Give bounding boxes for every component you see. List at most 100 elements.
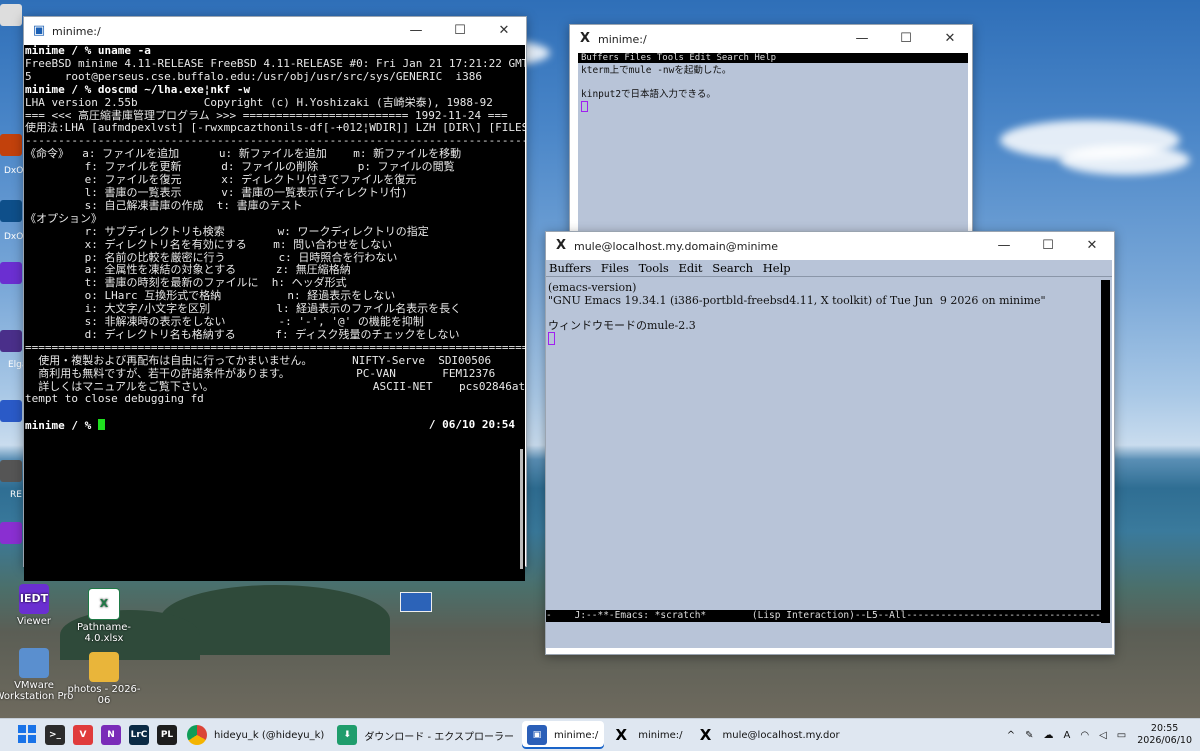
chrome-icon: [187, 725, 207, 745]
taskbar-app-mule[interactable]: X mule@localhost.my.dor: [691, 721, 846, 749]
maximize-button[interactable]: ☐: [884, 25, 928, 53]
clock[interactable]: 20:55 2026/06/10: [1137, 723, 1192, 747]
desktop-icon-partial[interactable]: [0, 4, 22, 26]
mule-buffer-line: kterm上でmule -nwを起動した。: [581, 65, 732, 76]
minimize-button[interactable]: —: [394, 17, 438, 45]
terminal-line: minime / % uname -a: [25, 45, 151, 57]
emacs-buffer-line: ウィンドウモードのmule-2.3: [548, 318, 696, 332]
windows-start-button[interactable]: [14, 721, 40, 749]
desktop-icon-excel[interactable]: X Pathname-4.0.xlsx: [64, 588, 144, 644]
terminal-line: 5 root@perseus.cse.buffalo.edu:/usr/obj/…: [25, 69, 482, 83]
dxo-icon[interactable]: [0, 200, 22, 222]
terminal-line: tempt to close debugging fd: [25, 392, 204, 406]
window-titlebar[interactable]: ▣ minime:/ — ☐ ✕: [24, 17, 526, 45]
emacs-menu-bar[interactable]: Buffers Files Tools Edit Search Help: [546, 260, 1112, 277]
taskbar-app-label: minime:/: [553, 729, 599, 741]
kterm-window[interactable]: X minime:/ — ☐ ✕ Buffers Files Tools Edi…: [569, 24, 973, 240]
lightroom-classic-button[interactable]: LrC: [126, 721, 152, 749]
kterm-mule-area[interactable]: Buffers Files Tools Edit Search Help kte…: [578, 53, 968, 237]
terminal-cursor: [97, 419, 105, 431]
close-button[interactable]: ✕: [1070, 232, 1114, 260]
app-icon[interactable]: [0, 262, 22, 284]
emacs-modeline: - J:--**-Emacs: *scratch* (Lisp Interact…: [546, 610, 1102, 622]
terminal-line: l: 書庫の一覧表示 v: 書庫の一覧表示(ディレクトリ付): [25, 185, 408, 199]
maximize-button[interactable]: ☐: [1026, 232, 1070, 260]
menu-edit[interactable]: Edit: [678, 261, 702, 275]
taskbar-app-label: minime:/: [638, 729, 683, 741]
terminal-line: FreeBSD minime 4.11-RELEASE FreeBSD 4.11…: [25, 56, 525, 70]
close-button[interactable]: ✕: [928, 25, 972, 53]
close-button[interactable]: ✕: [482, 17, 526, 45]
terminal-output[interactable]: minime / % uname -a FreeBSD minime 4.11-R…: [24, 45, 525, 581]
desktop-icon-label: Viewer: [17, 616, 51, 627]
terminal-prompt: minime / %: [25, 419, 98, 433]
maximize-button[interactable]: ☐: [438, 17, 482, 45]
terminal-line: LHA version 2.55b Copyright (c) H.Yoshiz…: [25, 95, 493, 109]
app-icon[interactable]: [0, 460, 22, 482]
terminal-prompt-line: minime / % / 06/10 20:54: [25, 418, 525, 433]
dxo-icon[interactable]: [0, 134, 22, 156]
mule-buffer-text[interactable]: kterm上でmule -nwを起動した。 kinput2で日本語入力できる。: [578, 63, 968, 117]
photolab-button[interactable]: PL: [154, 721, 180, 749]
terminal-button[interactable]: >_: [42, 721, 68, 749]
emacs-buffer-line: (emacs-version): [548, 281, 637, 294]
emacs-window[interactable]: X mule@localhost.my.domain@minime — ☐ ✕ …: [545, 231, 1115, 655]
menu-buffers[interactable]: Buffers: [549, 261, 591, 275]
mule-buffer-line: [581, 77, 965, 89]
iedt-viewer-icon: IEDT: [19, 584, 49, 614]
minimize-button[interactable]: —: [840, 25, 884, 53]
terminal-status: / 06/10 20:54: [428, 418, 515, 432]
desktop-icon-label: DxO: [4, 232, 24, 242]
photolab-icon: PL: [157, 725, 177, 745]
mule-buffer-line: kinput2で日本語入力できる。: [581, 89, 716, 100]
terminal-window[interactable]: ▣ minime:/ — ☐ ✕ minime / % uname -a Free…: [23, 16, 527, 581]
desktop-icon-photos-folder[interactable]: photos - 2026-06: [64, 652, 144, 706]
clock-time: 20:55: [1150, 723, 1179, 734]
emacs-buffer-line: "GNU Emacs 19.34.1 (i386-portbld-freebsd…: [548, 293, 1046, 307]
battery-icon[interactable]: ▭: [1117, 730, 1126, 741]
putty-icon: ▣: [526, 725, 547, 745]
desktop-icon-iedt-viewer[interactable]: IEDT Viewer: [0, 584, 74, 627]
terminal-scrollbar[interactable]: [520, 449, 523, 569]
mule-menu-bar[interactable]: Buffers Files Tools Edit Search Help: [578, 53, 968, 63]
terminal-line: d: ディレクトリ名も格納する f: ディスク残量のチェックをしない: [25, 327, 460, 341]
taskbar-pinned: >_ V N LrC PL: [12, 721, 180, 749]
taskbar-apps: hideyu_k (@hideyu_k) ⬇ ダウンロード - エクスプローラー…: [180, 721, 846, 749]
cloud-icon[interactable]: ☁: [1044, 730, 1054, 741]
elgato-icon[interactable]: [0, 330, 22, 352]
window-titlebar[interactable]: X minime:/ — ☐ ✕: [570, 25, 972, 53]
vivaldi-icon: V: [73, 725, 93, 745]
pen-icon[interactable]: ✎: [1025, 730, 1033, 741]
explorer-icon: ⬇: [337, 725, 358, 745]
menu-search[interactable]: Search: [712, 261, 753, 275]
emacs-frame[interactable]: Buffers Files Tools Edit Search Help (em…: [546, 260, 1112, 648]
onenote-button[interactable]: N: [98, 721, 124, 749]
x-window-icon: X: [555, 238, 567, 253]
app-icon[interactable]: [0, 522, 22, 544]
bitwarden-icon[interactable]: [0, 400, 22, 422]
ime-indicator[interactable]: A: [1064, 730, 1071, 741]
emacs-scrollbar[interactable]: [1101, 280, 1110, 623]
taskbar-app-explorer[interactable]: ⬇ ダウンロード - エクスプローラー: [332, 721, 520, 749]
road-sign: [400, 592, 432, 612]
window-titlebar[interactable]: X mule@localhost.my.domain@minime — ☐ ✕: [546, 232, 1114, 260]
menu-tools[interactable]: Tools: [639, 261, 669, 275]
menu-help[interactable]: Help: [763, 261, 791, 275]
chevron-up-icon[interactable]: ^: [1007, 730, 1015, 741]
terminal-line: r: サブディレクトリも検索 w: ワークディレクトリの指定: [25, 224, 429, 238]
emacs-cursor: [548, 332, 555, 345]
terminal-line: 商利用も無料ですが、若干の許諾条件があります。 PC-VAN FEM12376: [25, 366, 496, 380]
emacs-buffer-text[interactable]: (emacs-version) "GNU Emacs 19.34.1 (i386-…: [548, 281, 1100, 347]
taskbar-app-kterm[interactable]: X minime:/: [606, 721, 688, 749]
minimize-button[interactable]: —: [982, 232, 1026, 260]
taskbar-app-putty[interactable]: ▣ minime:/: [521, 721, 605, 749]
vivaldi-button[interactable]: V: [70, 721, 96, 749]
taskbar-app-chrome[interactable]: hideyu_k (@hideyu_k): [182, 721, 330, 749]
terminal-icon: >_: [45, 725, 65, 745]
volume-icon[interactable]: ◁: [1099, 730, 1107, 741]
menu-files[interactable]: Files: [601, 261, 629, 275]
desktop-icon-vmware[interactable]: VMware Workstation Pro: [0, 648, 74, 702]
wifi-icon[interactable]: ◠: [1080, 730, 1089, 741]
emacs-buffer-line: [548, 307, 1100, 320]
terminal-line: ========================================…: [25, 340, 525, 354]
